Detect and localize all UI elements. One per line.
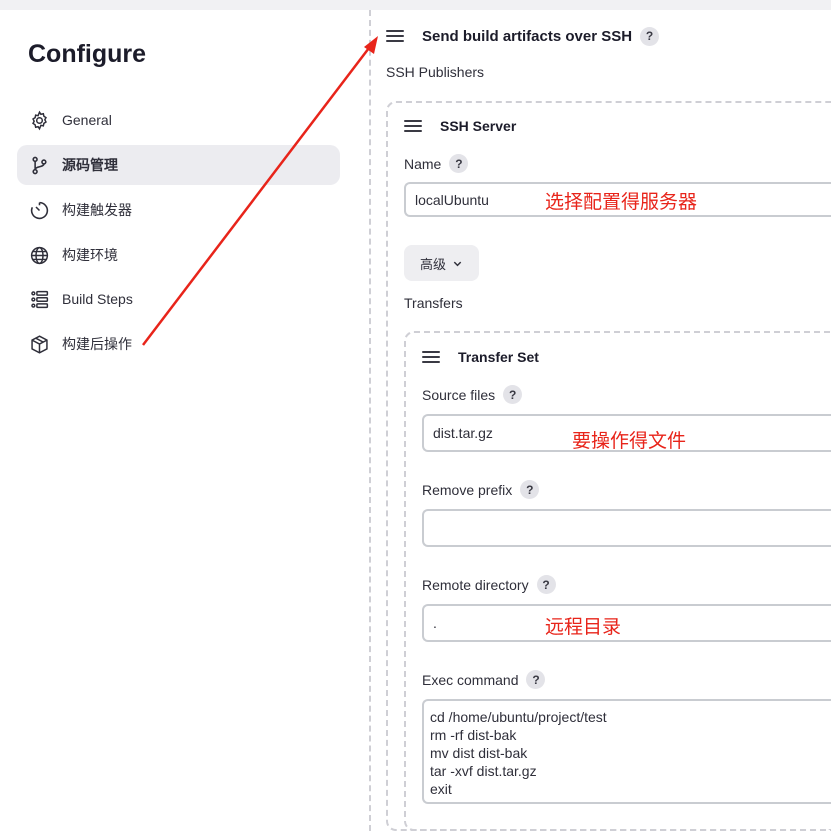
section-header: Send build artifacts over SSH ? bbox=[386, 24, 660, 48]
source-files-label: Source files ? bbox=[422, 385, 523, 404]
source-files-label-text: Source files bbox=[422, 386, 496, 403]
name-label-text: Name bbox=[404, 155, 442, 172]
help-icon[interactable]: ? bbox=[640, 26, 660, 46]
sidebar-item-label: 构建触发器 bbox=[62, 202, 132, 218]
advanced-button[interactable]: 高级 bbox=[404, 245, 479, 281]
name-annotation: 选择配置得服务器 bbox=[545, 192, 698, 213]
help-icon[interactable]: ? bbox=[536, 575, 556, 594]
sidebar-item-build-triggers[interactable]: 构建触发器 bbox=[17, 190, 340, 230]
help-icon[interactable]: ? bbox=[503, 385, 523, 404]
sidebar-item-build-environment[interactable]: 构建环境 bbox=[17, 235, 340, 275]
transfers-label: Transfers bbox=[404, 295, 463, 311]
branch-icon bbox=[28, 154, 50, 176]
remote-directory-label: Remote directory ? bbox=[422, 575, 556, 594]
publishers-label: SSH Publishers bbox=[386, 64, 485, 80]
drag-handle-icon[interactable] bbox=[404, 119, 422, 133]
section-title: Send build artifacts over SSH bbox=[422, 27, 633, 45]
exec-command-label-text: Exec command bbox=[422, 671, 519, 688]
chevron-down-icon bbox=[453, 261, 462, 266]
package-icon bbox=[28, 333, 50, 355]
sidebar-item-label: 构建环境 bbox=[62, 247, 118, 263]
sidebar-item-label: 构建后操作 bbox=[62, 336, 132, 352]
source-files-annotation: 要操作得文件 bbox=[572, 431, 687, 452]
list-icon bbox=[28, 288, 50, 310]
remove-prefix-label-text: Remove prefix bbox=[422, 481, 513, 498]
remove-prefix-input[interactable] bbox=[422, 509, 831, 547]
ssh-server-title: SSH Server bbox=[440, 118, 517, 134]
drag-handle-icon[interactable] bbox=[386, 29, 404, 43]
sidebar-item-source-control[interactable]: 源码管理 bbox=[17, 145, 340, 185]
remote-directory-value: . bbox=[433, 615, 437, 631]
sidebar-item-build-steps[interactable]: Build Steps bbox=[17, 279, 340, 319]
sidebar-item-label: General bbox=[62, 112, 112, 128]
remove-prefix-label: Remove prefix ? bbox=[422, 480, 540, 499]
exec-command-label: Exec command ? bbox=[422, 670, 546, 689]
ssh-server-header: SSH Server bbox=[404, 114, 516, 138]
transfer-set-title: Transfer Set bbox=[458, 349, 539, 365]
sidebar-item-label: Build Steps bbox=[62, 291, 133, 307]
name-label: Name ? bbox=[404, 154, 469, 173]
remote-directory-label-text: Remote directory bbox=[422, 576, 529, 593]
top-bar bbox=[0, 0, 831, 10]
gear-icon bbox=[28, 109, 50, 131]
sidebar: Configure General 源码管理 构建触发器 构建环境 Build … bbox=[0, 10, 355, 831]
name-value: localUbuntu bbox=[415, 191, 489, 208]
globe-icon bbox=[28, 244, 50, 266]
remote-directory-input[interactable]: . bbox=[422, 604, 831, 642]
section-border bbox=[369, 10, 371, 831]
help-icon[interactable]: ? bbox=[520, 480, 540, 499]
remote-directory-annotation: 远程目录 bbox=[545, 617, 622, 638]
source-files-value: dist.tar.gz bbox=[433, 425, 493, 441]
transfer-set-header: Transfer Set bbox=[422, 345, 539, 369]
help-icon[interactable]: ? bbox=[449, 154, 469, 173]
help-icon[interactable]: ? bbox=[526, 670, 546, 689]
sidebar-item-post-build[interactable]: 构建后操作 bbox=[17, 324, 340, 364]
sidebar-item-general[interactable]: General bbox=[17, 100, 340, 140]
timer-icon bbox=[28, 199, 50, 221]
advanced-label: 高级 bbox=[419, 256, 446, 272]
sidebar-title: Configure bbox=[28, 40, 147, 68]
drag-handle-icon[interactable] bbox=[422, 350, 440, 364]
exec-command-textarea[interactable]: cd /home/ubuntu/project/test rm -rf dist… bbox=[422, 699, 831, 804]
sidebar-item-label: 源码管理 bbox=[62, 157, 118, 173]
